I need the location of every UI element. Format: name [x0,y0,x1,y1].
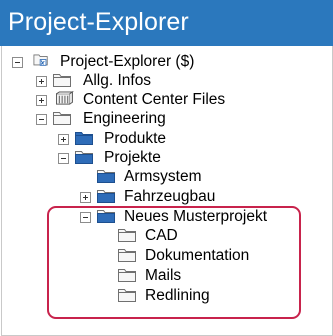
tree-item-dokumentation[interactable]: Dokumentation [117,247,287,267]
folder-icon [118,269,136,282]
tree-item-label: Content Center Files [83,91,226,108]
tree-item-label: Projekte [104,149,161,166]
tree-item-label: Armsystem [124,168,202,185]
tree-item-armsystem[interactable]: Armsystem [96,168,296,188]
tree-item-label: CAD [145,227,178,244]
collapse-icon[interactable] [12,57,23,68]
tree-item-label: Mails [145,267,182,284]
tree-item-produkte[interactable]: Produkte [58,130,258,150]
tree-item-fahrzeugbau[interactable]: Fahrzeugbau [80,188,280,208]
expand-icon[interactable] [80,192,91,203]
tree-item-allg-infos[interactable]: Allg. Infos [36,72,236,92]
panel-title: Project-Explorer [8,8,189,36]
collapse-icon[interactable] [80,212,91,223]
collapse-icon[interactable] [36,114,47,125]
folder-blue-icon [75,132,93,145]
tree-item-label: Project-Explorer ($) [60,53,195,70]
collapse-icon[interactable] [58,153,69,164]
panel-header: Project-Explorer [0,0,333,46]
tree-item-label: Engineering [83,110,166,127]
tree-item-cad[interactable]: CAD [117,227,267,247]
expand-icon[interactable] [58,134,69,145]
tree-item-engineering[interactable]: Engineering [36,110,236,130]
content-center-icon [56,91,74,105]
tree-item-projekte[interactable]: Projekte [58,149,258,169]
expand-icon[interactable] [36,95,47,106]
project-explorer-panel: Project-Explorer Project-Explorer ($) Al… [0,0,333,336]
project-root-icon [33,54,48,66]
tree-item-redlining[interactable]: Redlining [117,287,267,307]
folder-icon [118,249,136,262]
tree-item-project-explorer[interactable]: Project-Explorer ($) [12,53,212,73]
tree-item-label: Fahrzeugbau [124,188,216,205]
folder-blue-icon [97,170,115,183]
expand-icon[interactable] [36,76,47,87]
tree-item-label: Dokumentation [145,247,250,264]
folder-icon [118,229,136,242]
tree-item-content-center-files[interactable]: Content Center Files [36,91,276,111]
folder-blue-icon [97,210,115,223]
tree-item-label: Produkte [104,130,167,147]
tree-item-label: Allg. Infos [83,72,152,89]
folder-blue-icon [75,151,93,164]
folder-icon [118,289,136,302]
folder-icon [53,112,71,125]
folder-blue-icon [97,190,115,203]
tree-item-label: Redlining [145,287,210,304]
tree-item-mails[interactable]: Mails [117,267,267,287]
tree-item-label: Neues Musterprojekt [124,208,268,225]
tree-item-neues-musterprojekt[interactable]: Neues Musterprojekt [80,208,295,228]
folder-icon [53,74,71,87]
